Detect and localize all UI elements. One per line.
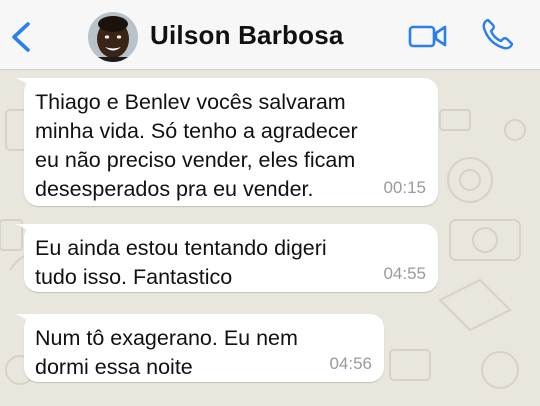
chevron-left-icon[interactable] <box>8 20 38 54</box>
message-text: Num tô exagerano. Eu nem dormi essa noit… <box>35 326 298 379</box>
bubble-tail <box>15 78 37 96</box>
message-text: Eu ainda estou tentando digeri tudo isso… <box>35 236 327 289</box>
phone-icon[interactable] <box>480 16 516 52</box>
video-camera-icon[interactable] <box>408 22 448 50</box>
message-time: 04:55 <box>383 264 426 283</box>
message-time: 00:15 <box>383 178 426 197</box>
message-bubble[interactable]: Eu ainda estou tentando digeri tudo isso… <box>15 224 438 292</box>
chat-header: Uilson Barbosa <box>0 0 540 70</box>
message-time: 04:56 <box>329 354 372 373</box>
message-bubble[interactable]: Num tô exagerano. Eu nem dormi essa noit… <box>15 314 384 382</box>
message-bubble[interactable]: Thiago e Benlev vocês salvaram minha vid… <box>15 78 438 206</box>
avatar-photo <box>88 12 138 62</box>
message-text: Thiago e Benlev vocês salvaram minha vid… <box>35 90 358 201</box>
contact-name[interactable]: Uilson Barbosa <box>150 20 344 51</box>
bubble-tail <box>15 314 37 332</box>
contact-avatar[interactable] <box>88 12 138 62</box>
bubble-tail <box>15 224 37 242</box>
